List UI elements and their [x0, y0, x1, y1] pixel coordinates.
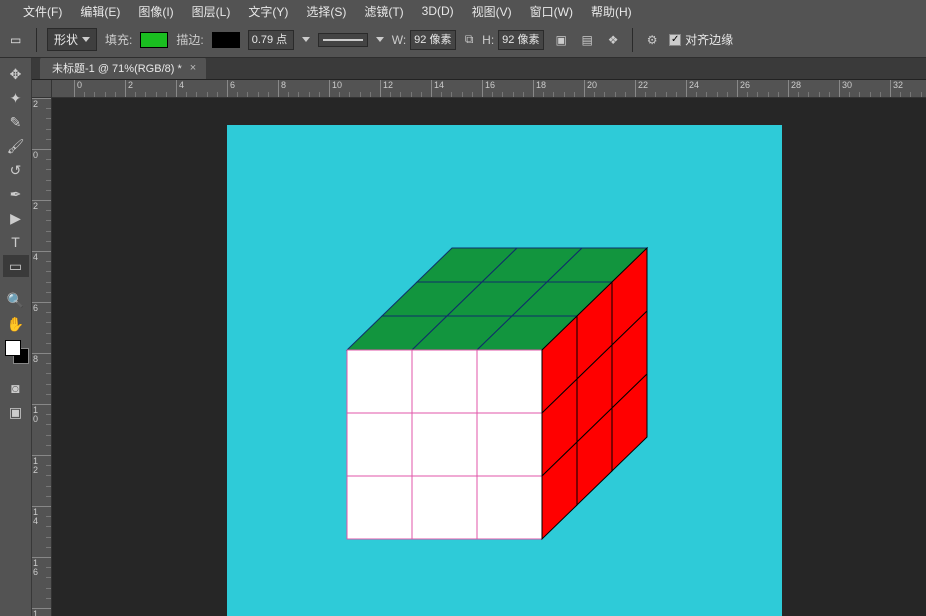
- menu-edit[interactable]: 编辑(E): [72, 1, 128, 22]
- stroke-style-combo[interactable]: [318, 33, 368, 47]
- foreground-color-swatch[interactable]: [5, 340, 21, 356]
- canvas-viewport[interactable]: 0246810121416182022242628303234 20246810…: [32, 80, 926, 616]
- shape-mode-label: 形状: [54, 31, 78, 48]
- magic-wand-tool[interactable]: ✦: [3, 87, 29, 109]
- brush-tool[interactable]: 🖌: [3, 135, 29, 157]
- document-area: 未标题-1 @ 71%(RGB/8) * × 02468101214161820…: [32, 58, 926, 616]
- document-tab-title: 未标题-1 @ 71%(RGB/8) *: [52, 60, 182, 76]
- chevron-down-icon[interactable]: [376, 37, 384, 42]
- type-tool[interactable]: T: [3, 231, 29, 253]
- workspace: ✥ ✦ ✎ 🖌 ↺ ✒ ▶ T ▭ 🔍 ✋ ◙ ▣ 未标题-1 @ 71%(RG…: [0, 58, 926, 616]
- ruler-vertical[interactable]: 2024681012141618: [32, 98, 52, 616]
- hand-tool[interactable]: ✋: [3, 313, 29, 335]
- align-edges-label: 对齐边缘: [685, 31, 733, 48]
- chevron-down-icon: [82, 37, 90, 42]
- stroke-color-swatch[interactable]: [212, 32, 240, 48]
- screen-mode-tool[interactable]: ▣: [3, 401, 29, 423]
- ruler-horizontal[interactable]: 0246810121416182022242628303234: [52, 80, 926, 98]
- width-label: W:: [392, 33, 406, 47]
- cube-artwork: [332, 220, 692, 560]
- stroke-label: 描边:: [176, 31, 203, 48]
- separator: [36, 28, 37, 52]
- chevron-down-icon[interactable]: [302, 37, 310, 42]
- history-brush-tool[interactable]: ↺: [3, 159, 29, 181]
- path-arrange-icon[interactable]: ▤: [578, 31, 596, 49]
- solid-line-icon: [323, 39, 363, 41]
- rectangle-tool[interactable]: ▭: [3, 255, 29, 277]
- menu-file[interactable]: 文件(F): [15, 1, 70, 22]
- pen-tool[interactable]: ✒: [3, 183, 29, 205]
- tool-options-bar: ▭ 形状 填充: 描边: 0.79 点 W: 92 像素 ⧉ H: 92 像素 …: [0, 22, 926, 58]
- menu-image[interactable]: 图像(I): [130, 1, 181, 22]
- menu-type[interactable]: 文字(Y): [240, 1, 296, 22]
- toolbox: ✥ ✦ ✎ 🖌 ↺ ✒ ▶ T ▭ 🔍 ✋ ◙ ▣: [0, 58, 32, 616]
- stroke-width-input[interactable]: 0.79 点: [248, 30, 294, 50]
- canvas[interactable]: [227, 125, 782, 616]
- path-align-icon[interactable]: ▣: [552, 31, 570, 49]
- separator: [632, 28, 633, 52]
- gear-icon[interactable]: ⚙: [643, 31, 661, 49]
- ruler-origin[interactable]: [32, 80, 52, 98]
- menu-select[interactable]: 选择(S): [298, 1, 354, 22]
- quick-mask-tool[interactable]: ◙: [3, 377, 29, 399]
- path-select-tool[interactable]: ▶: [3, 207, 29, 229]
- shape-mode-combo[interactable]: 形状: [47, 28, 97, 51]
- menu-3d[interactable]: 3D(D): [414, 2, 462, 20]
- menu-layer[interactable]: 图层(L): [184, 1, 239, 22]
- menu-view[interactable]: 视图(V): [464, 1, 520, 22]
- menu-help[interactable]: 帮助(H): [583, 1, 640, 22]
- checkbox-icon: ✓: [669, 34, 681, 46]
- height-label: H:: [482, 33, 494, 47]
- document-tab[interactable]: 未标题-1 @ 71%(RGB/8) * ×: [40, 58, 206, 79]
- align-edges-checkbox[interactable]: ✓ 对齐边缘: [669, 31, 733, 48]
- menu-window[interactable]: 窗口(W): [522, 1, 581, 22]
- zoom-tool[interactable]: 🔍: [3, 289, 29, 311]
- height-input[interactable]: 92 像素: [498, 30, 544, 50]
- move-tool[interactable]: ✥: [3, 63, 29, 85]
- menu-bar: 文件(F) 编辑(E) 图像(I) 图层(L) 文字(Y) 选择(S) 滤镜(T…: [0, 0, 926, 22]
- link-icon[interactable]: ⧉: [460, 31, 478, 49]
- fill-label: 填充:: [105, 31, 132, 48]
- width-input[interactable]: 92 像素: [410, 30, 456, 50]
- menu-filter[interactable]: 滤镜(T): [356, 1, 411, 22]
- path-options-icon[interactable]: ❖: [604, 31, 622, 49]
- close-icon[interactable]: ×: [190, 62, 196, 74]
- tool-preset-icon[interactable]: ▭: [10, 33, 26, 47]
- fg-bg-color[interactable]: [3, 340, 29, 368]
- fill-color-swatch[interactable]: [140, 32, 168, 48]
- eyedropper-tool[interactable]: ✎: [3, 111, 29, 133]
- document-tab-strip: 未标题-1 @ 71%(RGB/8) * ×: [32, 58, 926, 80]
